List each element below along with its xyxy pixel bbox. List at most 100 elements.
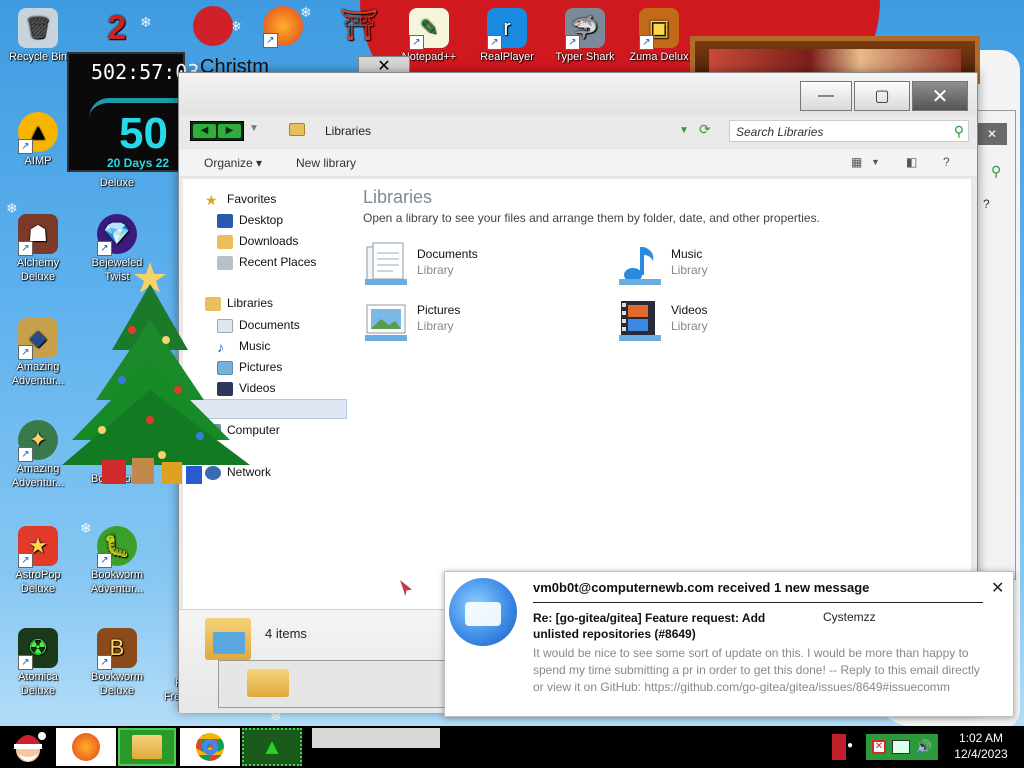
volume-icon[interactable]: 🔊 bbox=[916, 739, 932, 755]
desktop-icon-realplayer[interactable]: r RealPlayer bbox=[474, 8, 540, 64]
chrome-icon bbox=[196, 733, 224, 761]
desktop-icon-label: AIMP bbox=[24, 155, 52, 167]
start-button[interactable] bbox=[4, 728, 52, 766]
address-dropdown-icon[interactable]: ▼ bbox=[679, 125, 689, 136]
refresh-icon[interactable]: ⟳ bbox=[699, 121, 711, 138]
taskbar-christmas-tree[interactable]: ▲ bbox=[242, 728, 302, 766]
tray-red-indicator-icon[interactable] bbox=[832, 734, 846, 760]
title-bar[interactable]: — ▢ ✕ bbox=[179, 73, 977, 115]
notification-subject[interactable]: Re: [go-gitea/gitea] Feature request: Ad… bbox=[533, 610, 813, 642]
thunderbird-notification[interactable]: vm0b0t@computernewb.com received 1 new m… bbox=[444, 571, 1014, 717]
library-documents[interactable]: Documents Library bbox=[363, 241, 603, 289]
notification-divider bbox=[533, 602, 983, 603]
library-kind: Library bbox=[417, 263, 454, 277]
taskbar-thumbnail-preview[interactable] bbox=[312, 728, 440, 748]
libraries-folder-icon bbox=[205, 618, 251, 660]
nav-favorites[interactable]: ★ Favorites bbox=[205, 189, 276, 209]
bookworm-icon: B bbox=[97, 628, 137, 670]
taskbar-chrome[interactable] bbox=[180, 728, 240, 766]
new-library-button[interactable]: New library bbox=[296, 156, 356, 170]
help-icon[interactable]: ? bbox=[943, 155, 950, 169]
preview-pane-icon[interactable]: ◧ bbox=[906, 155, 917, 169]
library-name: Documents bbox=[417, 247, 478, 261]
desktop-icon-bookworm-adventures[interactable]: 🐛 Bookworm Adventur... bbox=[84, 526, 150, 596]
back-button[interactable]: ◀ bbox=[193, 124, 216, 138]
videos-library-icon bbox=[619, 301, 661, 341]
bookworm-adventures-icon: 🐛 bbox=[97, 526, 137, 568]
close-button[interactable]: ✕ bbox=[912, 81, 968, 111]
library-pictures[interactable]: Pictures Library bbox=[363, 297, 603, 345]
library-music[interactable]: Music Library bbox=[617, 241, 857, 289]
nav-downloads[interactable]: Downloads bbox=[217, 231, 298, 251]
organize-button[interactable]: Organize ▾ bbox=[204, 156, 262, 170]
desktop-icon-firefox[interactable] bbox=[250, 6, 316, 48]
thunderbird-icon bbox=[449, 578, 517, 646]
notepad-icon: ✎ bbox=[409, 8, 449, 50]
notification-close-icon[interactable]: ✕ bbox=[991, 578, 1004, 598]
library-videos[interactable]: Videos Library bbox=[617, 297, 857, 345]
help-icon: ? bbox=[983, 197, 990, 211]
desktop-icon-aimp[interactable]: ▲ AIMP bbox=[5, 112, 71, 168]
breadcrumb[interactable]: Libraries bbox=[325, 124, 371, 138]
nav-buttons: ◀ ▶ bbox=[190, 121, 244, 141]
recent-pages-chevron-icon[interactable]: ▼ bbox=[249, 123, 259, 134]
tray-dot-icon: ● bbox=[847, 740, 854, 751]
desktop-icon-2[interactable]: 2 bbox=[84, 8, 150, 50]
typer-shark-icon: 🦈 bbox=[565, 8, 605, 50]
desktop-icon-label: RealPlayer bbox=[480, 51, 534, 63]
desktop-icon-label: Bookworm Deluxe bbox=[91, 671, 143, 697]
forward-button[interactable]: ▶ bbox=[218, 124, 241, 138]
notification-sender: Cystemzz bbox=[823, 610, 876, 624]
desktop-icon-atomica[interactable]: ☢ Atomica Deluxe bbox=[5, 628, 71, 698]
background-explorer-window[interactable] bbox=[218, 660, 448, 708]
desktop-icon-label: Atomica Deluxe bbox=[18, 671, 58, 697]
view-options-icon[interactable]: ▦ bbox=[851, 155, 862, 169]
desktop-icon-deluxe[interactable]: Deluxe bbox=[84, 176, 150, 190]
desktop-icon-astropop[interactable]: ★ AstroPop Deluxe bbox=[5, 526, 71, 596]
library-name: Pictures bbox=[417, 303, 461, 317]
maximize-icon: ▢ bbox=[874, 88, 890, 105]
desktop-icon-bookworm[interactable]: B Bookworm Deluxe bbox=[84, 628, 150, 698]
search-placeholder: Search Libraries bbox=[736, 125, 824, 139]
atomica-icon: ☢ bbox=[18, 628, 58, 670]
taskbar-firefox[interactable] bbox=[56, 728, 116, 766]
system-tray: ✕ 🔊 bbox=[866, 734, 938, 760]
desktop-icon-torii[interactable]: ⛩ bbox=[326, 6, 392, 48]
desktop-icon-label: Alchemy Deluxe bbox=[16, 257, 60, 283]
search-input[interactable]: Search Libraries ⚲ bbox=[729, 120, 969, 142]
library-kind: Library bbox=[671, 263, 708, 277]
bejeweled-icon: 💎 bbox=[97, 214, 137, 256]
alchemy-icon: ☗ bbox=[18, 214, 58, 256]
desktop-icon-recycle-bin[interactable]: 🗑 Recycle Bin bbox=[5, 8, 71, 64]
amazing-adventures-icon: ◆ bbox=[18, 318, 58, 360]
page-subtitle: Open a library to see your files and arr… bbox=[363, 211, 820, 225]
music-library-icon bbox=[619, 247, 661, 285]
mail-alert-icon[interactable]: ✕ bbox=[872, 740, 886, 754]
clock[interactable]: 1:02 AM 12/4/2023 bbox=[944, 730, 1018, 762]
recycle-bin-icon: 🗑 bbox=[18, 8, 58, 48]
torii-gate-icon: ⛩ bbox=[339, 9, 379, 42]
close-icon[interactable]: ✕ bbox=[977, 123, 1007, 145]
desktop-icon-label: Deluxe bbox=[99, 177, 135, 189]
countdown-gadget: 502:57:03 50 20 Days 22 bbox=[67, 52, 249, 172]
view-dropdown-icon[interactable]: ▼ bbox=[871, 157, 880, 167]
search-icon[interactable]: ⚲ bbox=[954, 123, 964, 140]
desktop-icon-label: Recycle Bin bbox=[8, 51, 68, 63]
notification-body[interactable]: It would be nice to see some sort of upd… bbox=[533, 645, 983, 696]
network-status-icon[interactable] bbox=[892, 740, 910, 754]
close-icon: ✕ bbox=[931, 85, 949, 108]
desktop-icon-typer-shark[interactable]: 🦈 Typer Shark bbox=[552, 8, 618, 64]
nav-desktop[interactable]: Desktop bbox=[217, 210, 283, 230]
taskbar-explorer[interactable] bbox=[118, 728, 176, 766]
notification-header: vm0b0t@computernewb.com received 1 new m… bbox=[533, 580, 870, 595]
desktop-icon-red-creature[interactable] bbox=[180, 6, 246, 48]
page-title: Libraries bbox=[363, 187, 433, 207]
maximize-button[interactable]: ▢ bbox=[854, 81, 910, 111]
aimp-icon: ▲ bbox=[18, 112, 58, 154]
library-folder-icon bbox=[289, 123, 305, 136]
nav-label: Favorites bbox=[227, 192, 277, 206]
library-name: Music bbox=[671, 247, 703, 261]
minimize-button[interactable]: — bbox=[800, 81, 852, 111]
desktop-icon-zuma[interactable]: ▣ Zuma Delux bbox=[626, 8, 692, 64]
countdown-big-number: 50 bbox=[119, 109, 168, 158]
